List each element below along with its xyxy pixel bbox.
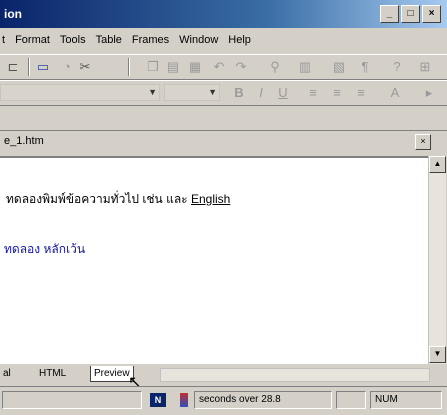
bold-icon[interactable]: B [230, 84, 248, 102]
editor-line-2: ทดลอง หลักเว้น [4, 242, 86, 256]
cut-icon[interactable]: ✂ [76, 58, 94, 76]
table-icon[interactable]: ▥ [296, 58, 314, 76]
scroll-down-icon[interactable]: ▼ [429, 346, 446, 363]
menu-frames[interactable]: Frames [132, 30, 169, 50]
hr-icon[interactable]: ▭ [34, 58, 52, 76]
more-format-icon[interactable]: ▸ [420, 84, 438, 102]
italic-icon[interactable]: I [252, 84, 270, 102]
vertical-scrollbar[interactable]: ▲ ▼ [428, 156, 446, 364]
toolbar-separator [28, 58, 30, 76]
document-name[interactable]: e_1.htm [4, 135, 44, 147]
num-lock-indicator: NUM [370, 391, 442, 409]
align-left-icon[interactable]: ≡ [304, 84, 322, 102]
document-bar: e_1.htm × [0, 130, 447, 153]
tab-normal[interactable]: al [0, 366, 14, 381]
status-bar: N seconds over 28.8 NUM [0, 386, 447, 415]
chevron-down-icon: ▼ [208, 87, 217, 97]
hyperlink-icon[interactable]: ⚲ [266, 58, 284, 76]
font-color-icon[interactable]: A [386, 84, 404, 102]
close-icon[interactable]: × [415, 134, 431, 150]
more-icon[interactable]: ⊞ [416, 58, 434, 76]
menu-help[interactable]: Help [228, 30, 251, 50]
menu-table[interactable]: Table [96, 30, 122, 50]
align-center-icon[interactable]: ≡ [328, 84, 346, 102]
download-time: seconds over 28.8 [194, 391, 332, 409]
editor-line-1: ทดลองพิมพ์ข้อความทั่วไป เช่น และ English [6, 190, 230, 209]
copy-icon[interactable]: ❐ [144, 58, 162, 76]
scroll-up-icon[interactable]: ▲ [429, 156, 446, 173]
editor-area[interactable]: ทดลองพิมพ์ข้อความทั่วไป เช่น และ English… [0, 156, 428, 364]
align-right-icon[interactable]: ≡ [352, 84, 370, 102]
view-tabs: al HTML Preview [0, 364, 447, 384]
window-title: ion [4, 7, 22, 21]
toolbar-separator [128, 58, 130, 76]
style-combo[interactable]: ▼ [0, 84, 160, 101]
thai-text: ทดลองพิมพ์ข้อความทั่วไป เช่น และ [6, 192, 191, 206]
paste-icon[interactable]: ▤ [164, 58, 182, 76]
link-icon[interactable]: ⊏ [4, 58, 22, 76]
chevron-down-icon: ▼ [148, 87, 157, 97]
minimize-button[interactable]: _ [380, 5, 399, 23]
status-panel-main [2, 391, 142, 409]
download-icon [180, 393, 188, 407]
frame-icon[interactable]: ▧ [330, 58, 348, 76]
help-icon[interactable]: ? [388, 58, 406, 76]
format-painter-icon[interactable]: ▦ [186, 58, 204, 76]
title-bar[interactable]: ion _ □ × [0, 0, 447, 28]
menu-format[interactable]: Format [15, 30, 50, 50]
menu-bar: t Format Tools Table Frames Window Help [0, 30, 447, 50]
close-button[interactable]: × [422, 5, 441, 23]
formatting-toolbar: ▼ ▼ B I U ≡ ≡ ≡ A ▸ [0, 80, 447, 106]
print-preview-icon[interactable]: ◔ [58, 58, 76, 76]
maximize-button[interactable]: □ [401, 5, 420, 23]
menu-insert[interactable]: t [2, 30, 5, 50]
status-panel-empty [336, 391, 366, 409]
menu-tools[interactable]: Tools [60, 30, 86, 50]
menu-window[interactable]: Window [179, 30, 218, 50]
tab-html[interactable]: HTML [36, 366, 69, 381]
english-link[interactable]: English [191, 192, 230, 206]
language-indicator[interactable]: N [150, 393, 166, 407]
window-controls: _ □ × [380, 5, 441, 23]
undo-icon[interactable]: ↶ [210, 58, 228, 76]
show-all-icon[interactable]: ¶ [356, 58, 374, 76]
horizontal-scrollbar[interactable] [160, 368, 430, 382]
font-combo[interactable]: ▼ [164, 84, 220, 101]
underline-icon[interactable]: U [274, 84, 292, 102]
standard-toolbar: ⊏ ▭ ◔ ✂ ❐ ▤ ▦ ↶ ↷ ⚲ ▥ ▧ ¶ ? ⊞ [0, 54, 447, 80]
redo-icon[interactable]: ↷ [232, 58, 250, 76]
